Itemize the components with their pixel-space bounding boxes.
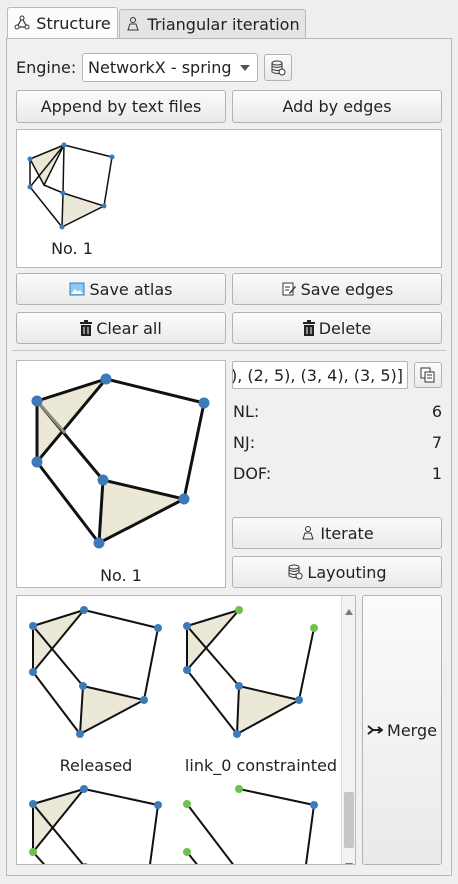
tab-triangular-iteration-label: Triangular iteration: [147, 14, 300, 34]
trash-icon: [302, 320, 315, 336]
merge-button[interactable]: Merge: [362, 595, 442, 865]
add-by-edges-label: Add by edges: [282, 97, 392, 116]
divider: [12, 350, 446, 351]
results-scrollbar[interactable]: [341, 596, 355, 864]
save-atlas-button[interactable]: Save atlas: [16, 273, 226, 305]
copy-icon: [420, 367, 436, 383]
save-atlas-label: Save atlas: [89, 279, 173, 299]
nl-value: 6: [431, 402, 442, 421]
tab-triangular-iteration[interactable]: Triangular iteration: [119, 9, 306, 38]
edit-document-icon: [281, 281, 297, 297]
delete-button[interactable]: Delete: [232, 312, 442, 344]
save-edges-label: Save edges: [300, 279, 394, 299]
person-icon: [125, 16, 141, 32]
nj-label: NJ:: [233, 433, 256, 452]
result-thumbnail: [183, 785, 318, 864]
dof-value: 1: [431, 464, 442, 483]
atlas-item-caption: No. 1: [51, 239, 93, 258]
chevron-down-icon: [240, 65, 250, 71]
result-thumbnail: [29, 606, 162, 738]
atlas-list[interactable]: No. 1: [16, 129, 442, 268]
clear-all-button[interactable]: Clear all: [16, 312, 226, 344]
results-list[interactable]: Released link_0 constrainted: [16, 595, 356, 865]
nl-label: NL:: [233, 402, 260, 421]
dof-label: DOF:: [233, 464, 272, 483]
edges-field[interactable]: 2, 4), (2, 5), (3, 4), (3, 5)]: [232, 361, 408, 389]
append-by-text-files-button[interactable]: Append by text files: [16, 90, 226, 123]
result-item[interactable]: [177, 782, 345, 864]
person-icon: [300, 525, 316, 541]
result-item[interactable]: [21, 782, 171, 864]
result-thumbnail: [183, 606, 318, 738]
scrollbar-thumb[interactable]: [344, 792, 354, 848]
result-item[interactable]: Released: [21, 600, 171, 776]
structure-preview: No. 1: [16, 360, 226, 588]
iterate-label: Iterate: [320, 523, 374, 543]
clear-all-label: Clear all: [96, 318, 162, 338]
append-by-text-files-label: Append by text files: [40, 97, 202, 116]
trash-icon: [80, 320, 93, 336]
engine-selected-value: NetworkX - spring: [88, 58, 232, 77]
merge-icon: [367, 724, 384, 736]
save-edges-button[interactable]: Save edges: [232, 273, 442, 305]
image-icon: [69, 282, 85, 296]
structure-icon: [14, 15, 30, 31]
database-icon: [270, 60, 286, 76]
edges-field-value: 2, 4), (2, 5), (3, 4), (3, 5)]: [232, 365, 403, 385]
tab-structure-label: Structure: [36, 13, 111, 33]
scroll-up-icon[interactable]: [345, 600, 353, 619]
database-icon: [287, 564, 303, 580]
engine-options-button[interactable]: [264, 54, 292, 81]
atlas-item[interactable]: No. 1: [22, 135, 122, 260]
preview-caption: No. 1: [100, 566, 142, 585]
engine-select[interactable]: NetworkX - spring: [82, 53, 258, 82]
add-by-edges-button[interactable]: Add by edges: [232, 90, 442, 123]
layouting-label: Layouting: [307, 562, 387, 582]
tab-structure[interactable]: Structure: [7, 7, 118, 38]
copy-edges-button[interactable]: [414, 362, 442, 388]
merge-label: Merge: [387, 720, 437, 740]
iterate-button[interactable]: Iterate: [232, 517, 442, 549]
layouting-button[interactable]: Layouting: [232, 556, 442, 588]
nj-value: 7: [431, 433, 442, 452]
result-caption: link_0 constrainted: [184, 756, 338, 775]
result-thumbnail: [29, 785, 162, 864]
engine-label: Engine:: [16, 58, 77, 77]
scroll-down-icon[interactable]: [345, 854, 353, 864]
result-caption: Released: [59, 756, 133, 775]
structure-graph: [31, 373, 210, 549]
result-item[interactable]: link_0 constrainted: [177, 600, 345, 776]
atlas-thumbnail: [27, 142, 115, 230]
delete-label: Delete: [318, 318, 372, 338]
